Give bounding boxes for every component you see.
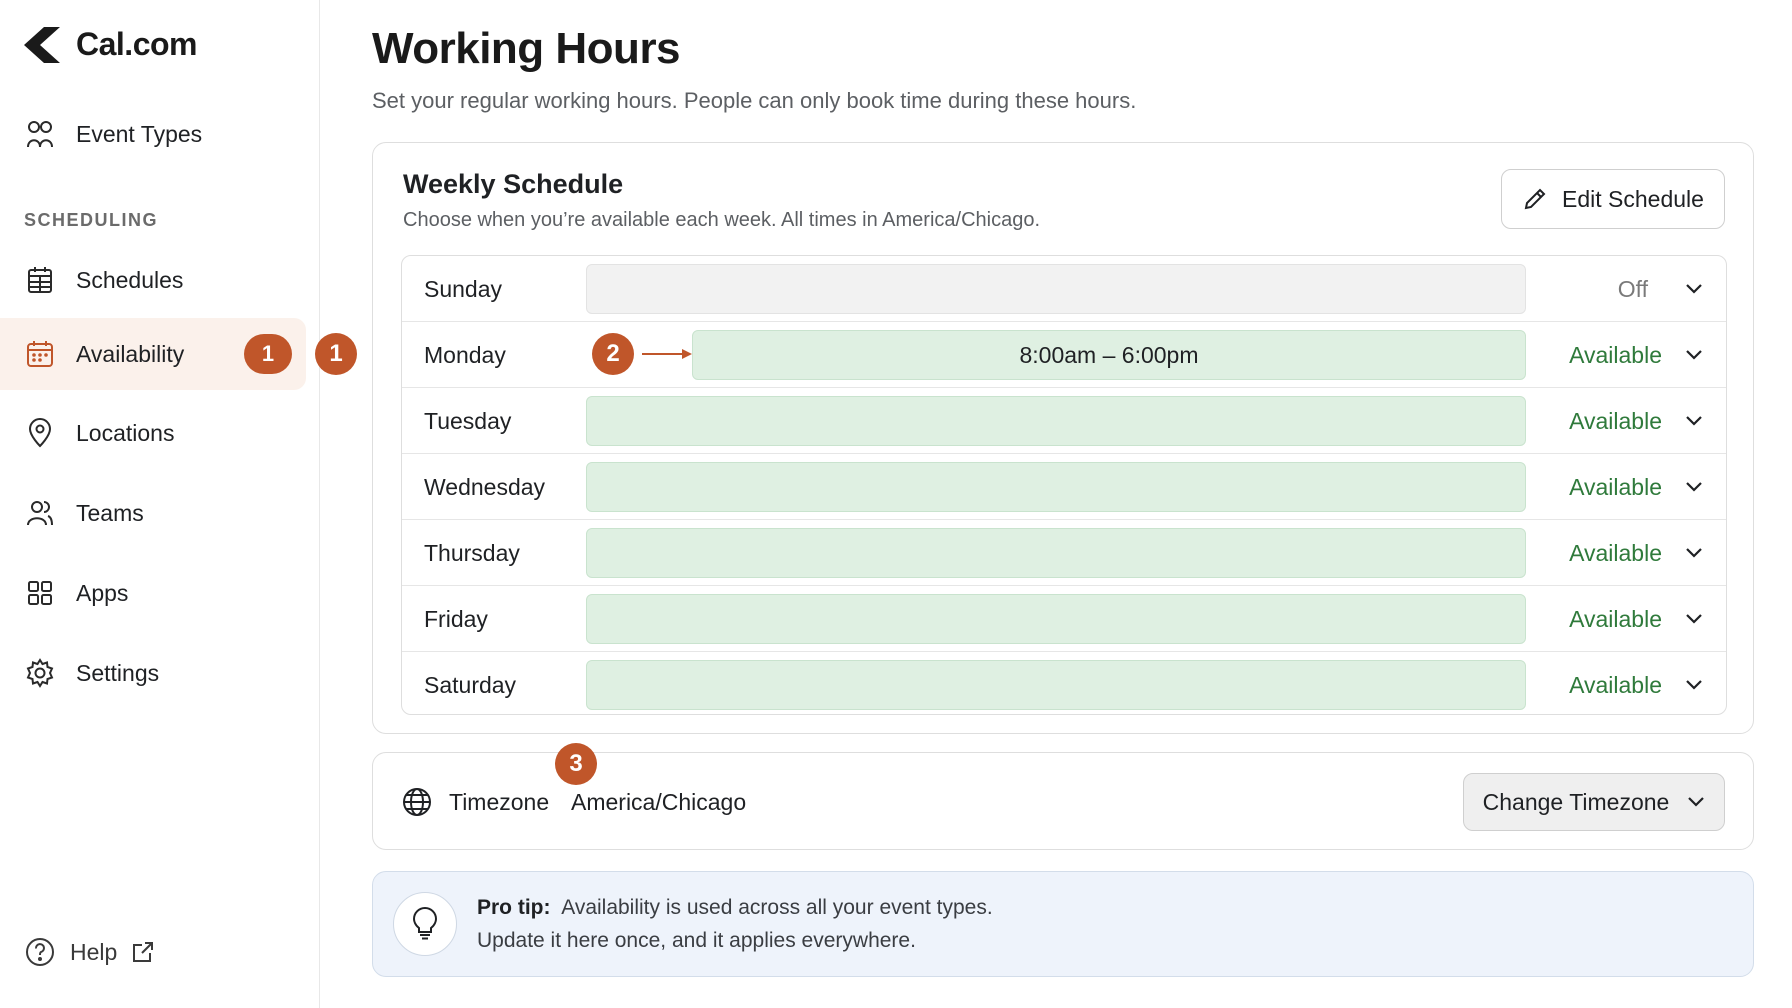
sidebar-item-label: Event Types bbox=[76, 120, 203, 147]
day-row-wednesday: Wednesday Available bbox=[402, 454, 1726, 520]
chevron-down-icon bbox=[1688, 797, 1705, 807]
day-status: Available bbox=[1569, 540, 1662, 566]
sidebar-item-settings[interactable]: Settings bbox=[0, 637, 306, 709]
day-status: Off bbox=[1617, 276, 1648, 302]
chevron-down-icon[interactable] bbox=[1682, 277, 1706, 301]
tip-text-1: Availability is used across all your eve… bbox=[561, 896, 993, 919]
annotation-marker-1: 1 bbox=[315, 333, 357, 375]
day-row-sunday: Sunday Off bbox=[402, 256, 1726, 322]
change-timezone-label: Change Timezone bbox=[1482, 788, 1670, 815]
chevron-down-icon[interactable] bbox=[1682, 409, 1706, 433]
day-label: Sunday bbox=[424, 276, 503, 302]
globe-icon bbox=[401, 786, 433, 823]
tip-lead: Pro tip: bbox=[477, 896, 551, 919]
chevron-down-icon[interactable] bbox=[1682, 607, 1706, 631]
cal-logo-icon bbox=[24, 26, 60, 63]
team-icon bbox=[24, 497, 56, 529]
day-status: Available bbox=[1569, 474, 1662, 500]
day-label: Tuesday bbox=[424, 408, 512, 434]
section-label-scheduling: SCHEDULING bbox=[24, 210, 159, 230]
availability-badge: 1 bbox=[244, 334, 292, 374]
day-label: Friday bbox=[424, 606, 488, 632]
users-icon bbox=[24, 118, 56, 150]
sidebar-item-label: Apps bbox=[76, 579, 129, 606]
annotation-marker-3: 3 bbox=[555, 743, 597, 785]
grid-icon bbox=[24, 577, 56, 609]
change-timezone-button[interactable]: Change Timezone bbox=[1463, 773, 1725, 831]
day-row-friday: Friday Available bbox=[402, 586, 1726, 652]
chevron-down-icon[interactable] bbox=[1682, 343, 1706, 367]
help-icon bbox=[26, 938, 54, 966]
schedule-icon bbox=[24, 264, 56, 296]
hours-bar[interactable] bbox=[586, 660, 1526, 710]
day-label: Wednesday bbox=[424, 474, 546, 500]
hours-bar[interactable] bbox=[586, 264, 1526, 314]
day-row-tuesday: Tuesday Available bbox=[402, 388, 1726, 454]
sidebar-item-event-types[interactable]: Event Types bbox=[0, 98, 306, 170]
hours-bar[interactable] bbox=[586, 594, 1526, 644]
chevron-down-icon[interactable] bbox=[1682, 673, 1706, 697]
external-link-icon bbox=[133, 942, 154, 962]
sidebar-item-schedules[interactable]: Schedules bbox=[0, 244, 306, 316]
day-status: Available bbox=[1569, 408, 1662, 434]
sidebar-item-teams[interactable]: Teams bbox=[0, 477, 306, 549]
edit-schedule-label: Edit Schedule bbox=[1562, 185, 1704, 212]
pro-tip-banner: Pro tip: Availability is used across all… bbox=[372, 871, 1754, 977]
brand-name: Cal.com bbox=[76, 26, 197, 62]
help-label: Help bbox=[70, 938, 118, 965]
day-row-saturday: Saturday Available bbox=[402, 652, 1726, 714]
map-pin-icon bbox=[24, 417, 56, 449]
annotation-marker-2: 2 bbox=[592, 333, 634, 375]
sidebar-item-apps[interactable]: Apps bbox=[0, 557, 306, 629]
weekly-schedule-card: Weekly Schedule Choose when you’re avail… bbox=[372, 142, 1754, 734]
weekly-schedule-title: Weekly Schedule bbox=[403, 169, 624, 199]
lightbulb-icon bbox=[393, 892, 457, 956]
timezone-label: Timezone bbox=[449, 789, 550, 815]
day-status: Available bbox=[1569, 672, 1662, 698]
sidebar-item-label: Locations bbox=[76, 419, 175, 446]
hours-bar[interactable]: 8:00am – 6:00pm bbox=[692, 330, 1526, 380]
help-link[interactable]: Help bbox=[24, 936, 155, 968]
tip-line-2: Update it here once, and it applies ever… bbox=[477, 929, 916, 952]
day-label: Monday bbox=[424, 342, 506, 368]
page-subtitle: Set your regular working hours. People c… bbox=[372, 88, 1137, 113]
weekly-schedule-subtitle: Choose when you’re available each week. … bbox=[403, 209, 1041, 231]
annotation-arrow bbox=[642, 349, 692, 359]
gear-icon bbox=[24, 657, 56, 689]
day-label: Saturday bbox=[424, 672, 517, 698]
brand-logo[interactable]: Cal.com bbox=[22, 26, 197, 63]
day-status: Available bbox=[1569, 342, 1662, 368]
sidebar-item-label: Teams bbox=[76, 499, 144, 526]
page-title: Working Hours bbox=[372, 24, 681, 73]
chevron-down-icon[interactable] bbox=[1682, 475, 1706, 499]
tip-line-1: Pro tip: Availability is used across all… bbox=[477, 896, 993, 920]
sidebar-item-label: Schedules bbox=[76, 266, 184, 293]
chevron-down-icon[interactable] bbox=[1682, 541, 1706, 565]
weekly-schedule-table: Sunday Off Monday 8:00am – 6:00pm Availa… bbox=[401, 255, 1727, 715]
sidebar-item-label: Availability bbox=[76, 340, 185, 367]
edit-schedule-button[interactable]: Edit Schedule bbox=[1501, 169, 1725, 229]
sidebar: Cal.com Event Types SCHEDULING Schedules… bbox=[0, 0, 320, 1008]
day-row-thursday: Thursday Available bbox=[402, 520, 1726, 586]
hours-bar[interactable] bbox=[586, 528, 1526, 578]
pencil-icon bbox=[1524, 188, 1546, 210]
timezone-value: America/Chicago bbox=[571, 789, 747, 815]
hours-bar[interactable] bbox=[586, 462, 1526, 512]
sidebar-item-locations[interactable]: Locations bbox=[0, 397, 306, 469]
sidebar-item-label: Settings bbox=[76, 659, 160, 686]
sidebar-item-availability[interactable]: Availability 1 bbox=[0, 318, 306, 390]
day-status: Available bbox=[1569, 606, 1662, 632]
day-label: Thursday bbox=[424, 540, 520, 566]
calendar-icon bbox=[24, 338, 56, 370]
hours-bar[interactable] bbox=[586, 396, 1526, 446]
